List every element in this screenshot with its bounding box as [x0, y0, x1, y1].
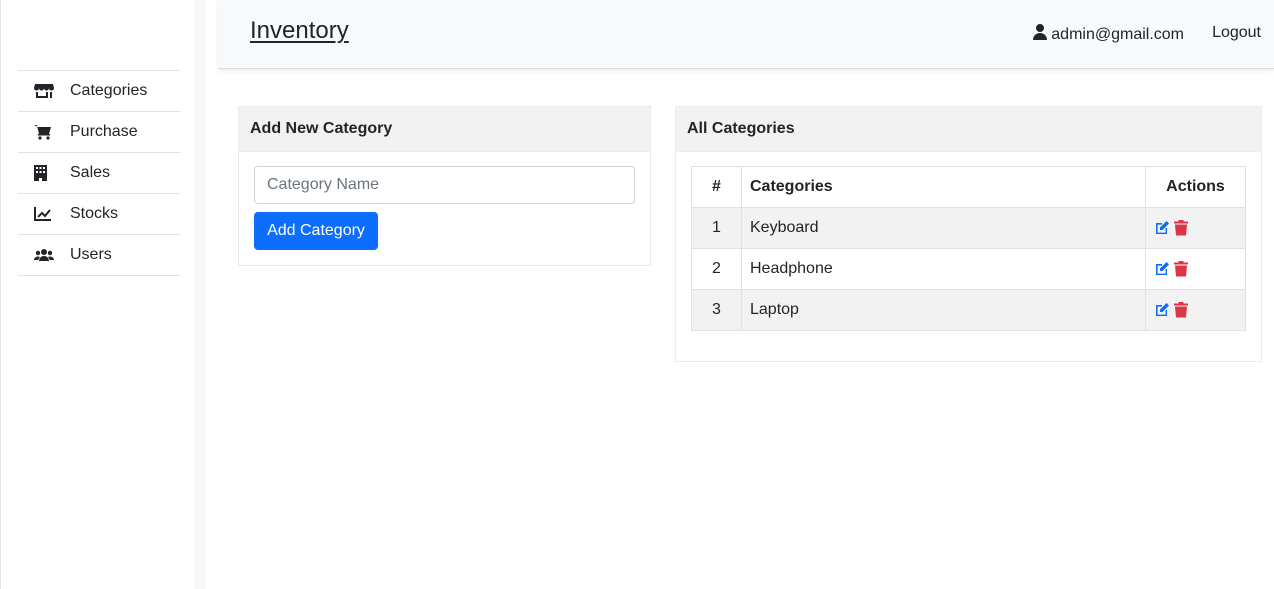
row-category-name: Headphone [741, 248, 1146, 290]
user-email: admin@gmail.com [1051, 25, 1184, 43]
category-name-input[interactable] [254, 166, 635, 204]
row-number: 1 [691, 207, 742, 249]
chart-line-icon [18, 206, 70, 222]
add-category-title: Add New Category [239, 107, 650, 152]
categories-table: # Categories Actions 1 Keyboard 2 Headph… [691, 166, 1246, 331]
row-actions [1145, 289, 1246, 331]
sidebar-item-sales[interactable]: Sales [18, 153, 180, 194]
building-icon [18, 165, 70, 181]
sidebar-item-label: Categories [70, 82, 148, 99]
sidebar-item-users[interactable]: Users [18, 235, 180, 276]
sidebar-item-categories[interactable]: Categories [18, 71, 180, 112]
table-row: 3 Laptop [691, 289, 1246, 331]
sidebar-nav: Categories Purchase Sales Stocks Users [18, 70, 180, 276]
row-number: 2 [691, 248, 742, 290]
table-header-row: # Categories Actions [691, 166, 1246, 208]
top-navbar: Inventory admin@gmail.com Logout [218, 0, 1274, 69]
trash-icon[interactable] [1174, 302, 1188, 318]
brand-link[interactable]: Inventory [250, 17, 349, 45]
sidebar: Categories Purchase Sales Stocks Users [0, 0, 194, 589]
row-actions [1145, 248, 1246, 290]
trash-icon[interactable] [1174, 261, 1188, 277]
logout-link[interactable]: Logout [1212, 24, 1261, 42]
add-category-button[interactable]: Add Category [254, 212, 378, 250]
sidebar-item-label: Stocks [70, 205, 119, 222]
sidebar-item-purchase[interactable]: Purchase [18, 112, 180, 153]
row-number: 3 [691, 289, 742, 331]
column-header-number: # [691, 166, 742, 208]
all-categories-title: All Categories [676, 107, 1261, 152]
cart-icon [18, 124, 70, 140]
edit-icon[interactable] [1154, 220, 1170, 236]
sidebar-item-stocks[interactable]: Stocks [18, 194, 180, 235]
edit-icon[interactable] [1154, 261, 1170, 277]
user-icon [1033, 24, 1048, 45]
user-info: admin@gmail.com [1033, 24, 1184, 45]
store-icon [18, 83, 70, 99]
sidebar-item-label: Users [70, 246, 112, 263]
sidebar-divider [194, 0, 206, 589]
users-icon [18, 247, 70, 263]
add-category-card: Add New Category Add Category [238, 106, 651, 266]
row-category-name: Laptop [741, 289, 1146, 331]
row-category-name: Keyboard [741, 207, 1146, 249]
table-row: 2 Headphone [691, 248, 1246, 290]
sidebar-item-label: Purchase [70, 123, 138, 140]
sidebar-item-label: Sales [70, 164, 111, 181]
all-categories-card: All Categories # Categories Actions 1 Ke… [675, 106, 1262, 362]
trash-icon[interactable] [1174, 220, 1188, 236]
table-row: 1 Keyboard [691, 207, 1246, 249]
column-header-actions: Actions [1145, 166, 1246, 208]
row-actions [1145, 207, 1246, 249]
edit-icon[interactable] [1154, 302, 1170, 318]
column-header-categories: Categories [741, 166, 1146, 208]
